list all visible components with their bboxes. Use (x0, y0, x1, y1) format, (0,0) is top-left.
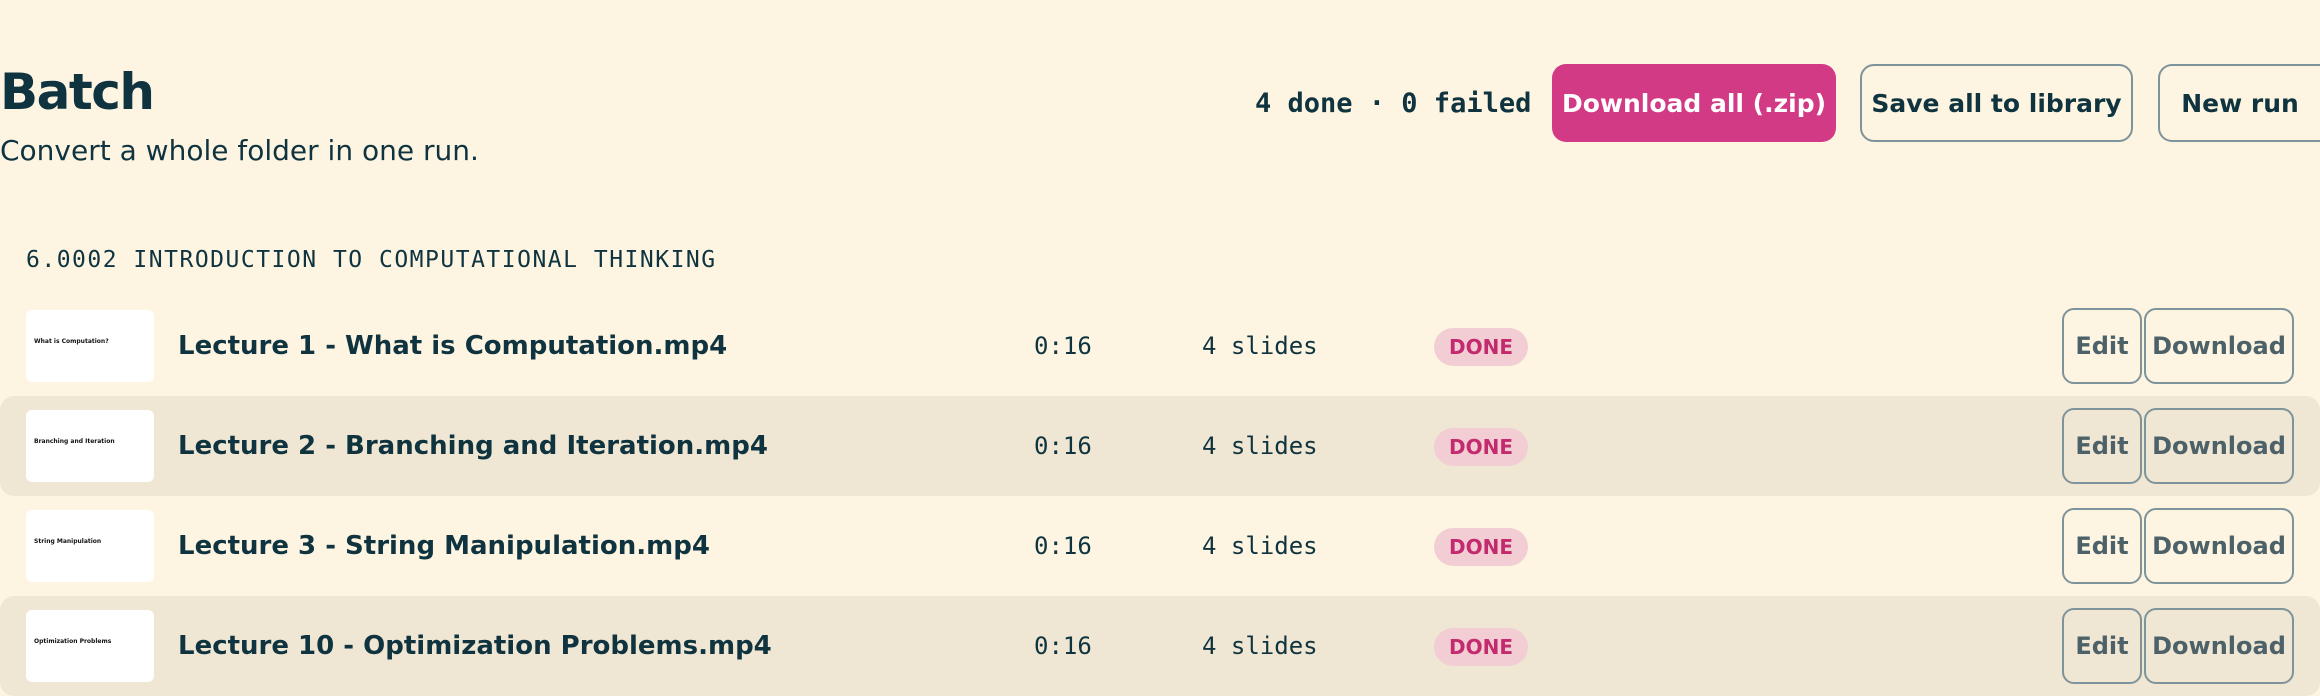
file-duration: 0:16 (1034, 632, 1092, 660)
page-title: Batch (0, 63, 155, 121)
file-name: Lecture 2 - Branching and Iteration.mp4 (178, 431, 768, 461)
edit-button[interactable]: Edit (2062, 408, 2142, 484)
slide-thumbnail: Optimization Problems (26, 610, 154, 682)
thumbnail-text: Optimization Problems (34, 638, 112, 645)
thumbnail-text: String Manipulation (34, 538, 102, 545)
status-badge: DONE (1434, 628, 1528, 666)
page-subtitle: Convert a whole folder in one run. (0, 134, 479, 167)
section-title: 6.0002 INTRODUCTION TO COMPUTATIONAL THI… (26, 247, 717, 273)
file-row: What is Computation? Lecture 1 - What is… (0, 296, 2320, 396)
file-duration: 0:16 (1034, 332, 1092, 360)
file-name: Lecture 3 - String Manipulation.mp4 (178, 531, 710, 561)
slide-thumbnail: What is Computation? (26, 310, 154, 382)
status-badge: DONE (1434, 528, 1528, 566)
status-badge: DONE (1434, 428, 1528, 466)
edit-button[interactable]: Edit (2062, 308, 2142, 384)
download-button[interactable]: Download (2144, 308, 2294, 384)
batch-status: 4 done · 0 failed (1255, 88, 1532, 119)
new-run-button[interactable]: New run (2158, 64, 2320, 142)
download-button[interactable]: Download (2144, 508, 2294, 584)
save-all-button[interactable]: Save all to library (1860, 64, 2133, 142)
thumbnail-text: What is Computation? (34, 338, 109, 345)
page-header: Batch Convert a whole folder in one run.… (0, 0, 2320, 200)
file-duration: 0:16 (1034, 432, 1092, 460)
slide-thumbnail: String Manipulation (26, 510, 154, 582)
slide-count: 4 slides (1202, 332, 1318, 360)
status-badge: DONE (1434, 328, 1528, 366)
download-button[interactable]: Download (2144, 408, 2294, 484)
slide-count: 4 slides (1202, 432, 1318, 460)
file-name: Lecture 10 - Optimization Problems.mp4 (178, 631, 772, 661)
file-row: Optimization Problems Lecture 10 - Optim… (0, 596, 2320, 696)
download-all-button[interactable]: Download all (.zip) (1552, 64, 1836, 142)
file-row: String Manipulation Lecture 3 - String M… (0, 496, 2320, 596)
edit-button[interactable]: Edit (2062, 508, 2142, 584)
file-name: Lecture 1 - What is Computation.mp4 (178, 331, 728, 361)
file-row: Branching and Iteration Lecture 2 - Bran… (0, 396, 2320, 496)
slide-count: 4 slides (1202, 532, 1318, 560)
download-button[interactable]: Download (2144, 608, 2294, 684)
slide-thumbnail: Branching and Iteration (26, 410, 154, 482)
file-duration: 0:16 (1034, 532, 1092, 560)
thumbnail-text: Branching and Iteration (34, 438, 115, 445)
edit-button[interactable]: Edit (2062, 608, 2142, 684)
slide-count: 4 slides (1202, 632, 1318, 660)
